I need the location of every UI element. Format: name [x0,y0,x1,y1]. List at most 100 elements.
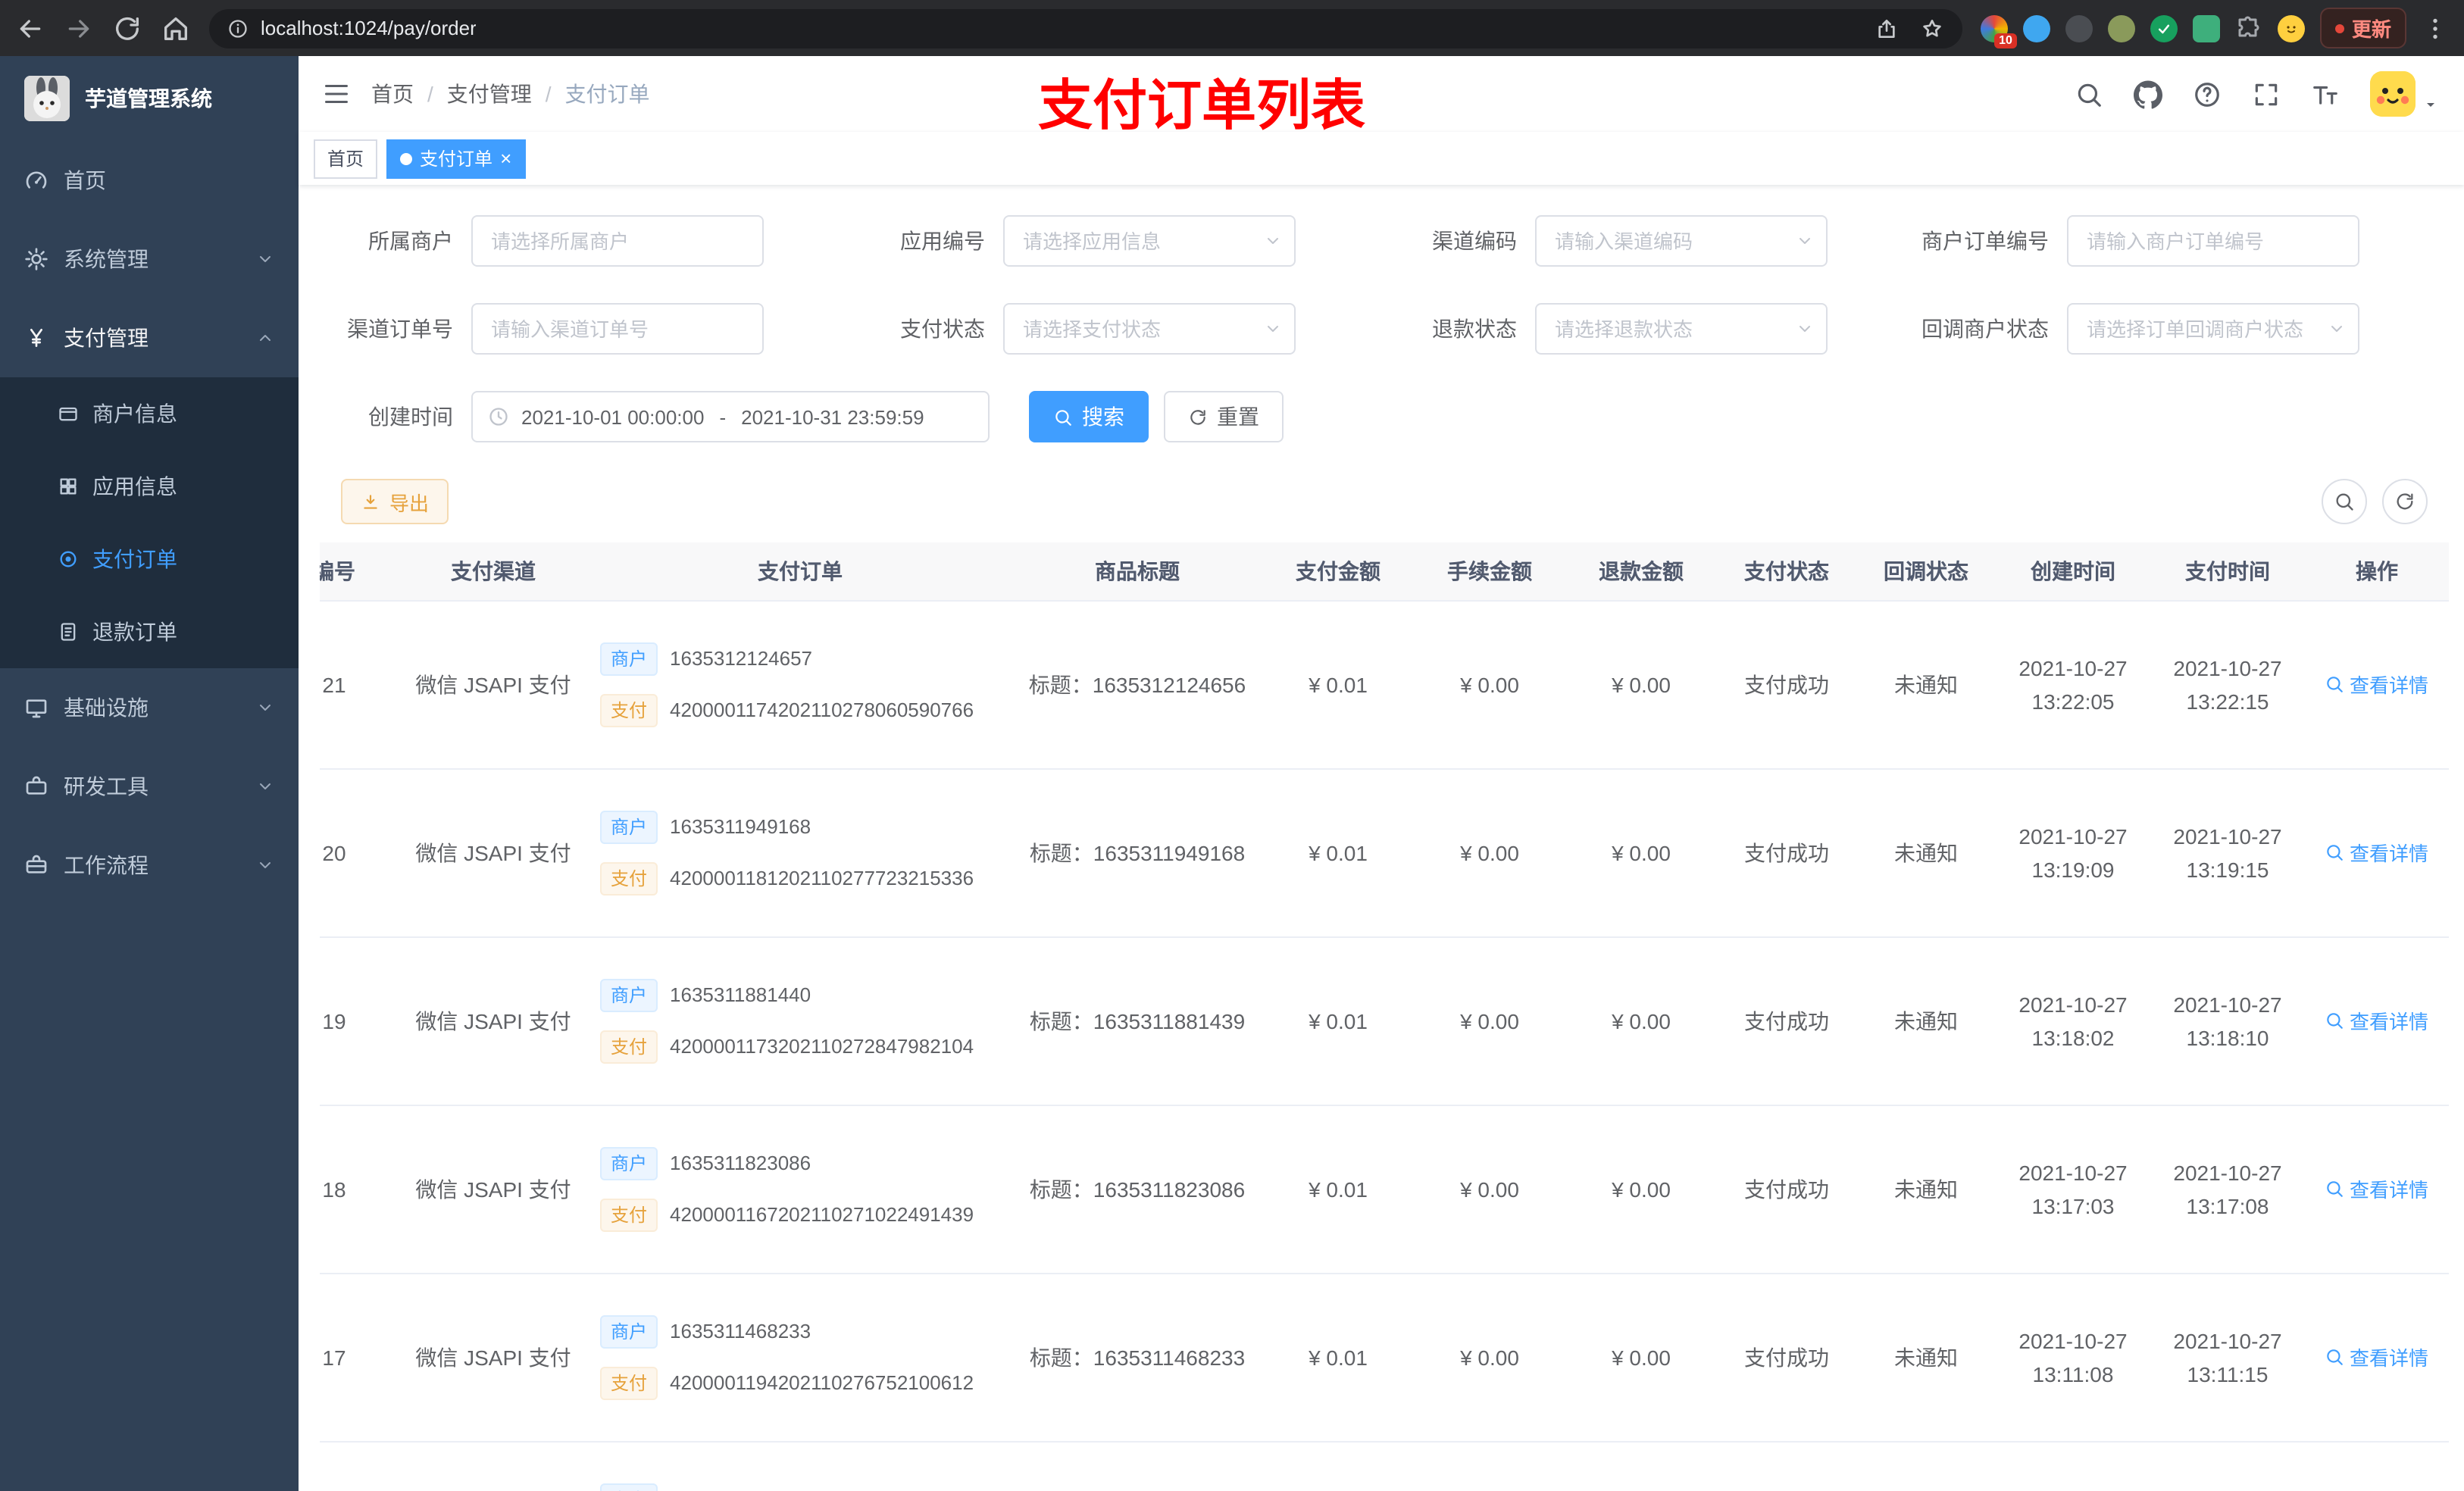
reset-button[interactable]: 重置 [1164,391,1284,442]
search-button[interactable]: 搜索 [1029,391,1149,442]
browser-menu-icon[interactable] [2422,14,2449,42]
font-size-icon[interactable] [2311,80,2340,108]
sidebar-item-devtools[interactable]: 研发工具 [0,747,299,826]
forward-icon[interactable] [64,13,94,43]
channel-order-no-input[interactable] [471,303,764,355]
table-row: 20 微信 JSAPI 支付 商户 1635311949168 支付 42000… [320,768,2449,937]
sidebar-item-workflow[interactable]: 工作流程 [0,826,299,905]
merchant-order-no: 1635311151736 [670,1488,809,1491]
collapse-sidebar-icon[interactable] [323,80,350,108]
extension-green-check-icon[interactable] [2150,14,2178,42]
app-select[interactable] [1003,215,1296,267]
view-detail-link[interactable]: 查看详情 [2325,1343,2428,1371]
extension-blue-icon[interactable] [2022,14,2050,42]
export-button-label: 导出 [389,492,430,514]
refresh-table-button[interactable] [2382,479,2428,524]
toggle-search-button[interactable] [2322,479,2367,524]
pay-channel: 微信 JSAPI 支付 [399,1105,588,1274]
extension-chat-icon[interactable] [2192,14,2220,42]
sidebar-item-home[interactable]: 首页 [0,141,299,220]
profile-emoji-icon[interactable] [2277,14,2305,42]
view-detail-link[interactable]: 查看详情 [2325,838,2428,867]
breadcrumb-section[interactable]: 支付管理 [447,79,532,109]
filter-notify-status: 回调商户状态 [1915,303,2359,355]
view-detail-link[interactable]: 查看详情 [2325,1174,2428,1203]
date-range-picker[interactable]: 2021-10-01 00:00:00 - 2021-10-31 23:59:5… [471,391,990,442]
merchant-input[interactable] [471,215,764,267]
sidebar-item-infra[interactable]: 基础设施 [0,668,299,747]
tab-label: 首页 [327,148,364,170]
merchant-tag: 商户 [600,1314,658,1348]
filter-merchant-order-no: 商户订单编号 [1915,215,2359,267]
chevron-down-icon [260,862,270,868]
merchant-order-no: 1635311468233 [670,1320,811,1343]
product-title [1012,1441,1262,1491]
view-detail-link[interactable]: 查看详情 [2325,1006,2428,1035]
col-pay-amount: 支付金额 [1262,542,1414,601]
browser-update-button[interactable]: 更新 [2319,8,2406,48]
tab-pay-order[interactable]: 支付订单 × [386,139,526,178]
refund-amount: ¥ 0.00 [1565,1105,1717,1274]
merchant-order-no: 1635311949168 [670,815,811,838]
filter-channel-order-no: 渠道订单号 [320,303,764,355]
user-menu[interactable] [2370,71,2440,117]
table-row: 18 微信 JSAPI 支付 商户 1635311823086 支付 42000… [320,1105,2449,1274]
bookmark-star-icon[interactable] [1920,16,1944,40]
app-logo-row[interactable]: 芋道管理系统 [0,56,299,141]
pay-order-cell: 商户 1635312124657 支付 42000011742021102780… [588,600,1012,769]
sidebar-item-label: 系统管理 [64,247,149,271]
tab-close-icon[interactable]: × [500,148,511,168]
col-pay-time: 支付时间 [2150,542,2305,601]
grid-icon [60,478,77,495]
share-icon[interactable] [1875,16,1899,40]
pay-status: 支付成功 [1717,768,1856,937]
monitor-icon [26,699,47,718]
address-bar[interactable]: localhost:1024/pay/order [209,8,1962,48]
breadcrumb-home[interactable]: 首页 [371,79,414,109]
reload-icon[interactable] [112,13,142,43]
table-row: 17 微信 JSAPI 支付 商户 1635311468233 支付 42000… [320,1273,2449,1442]
notify-status-select[interactable] [2067,303,2359,355]
filter-label: 所属商户 [368,229,453,253]
merchant-order-no-input[interactable] [2067,215,2359,267]
sidebar-item-app-info[interactable]: 应用信息 [0,450,299,523]
extensions-puzzle-icon[interactable] [2235,14,2262,42]
chevron-up-icon [260,335,270,341]
extension-olive-icon[interactable] [2107,14,2135,42]
merchant-tag: 商户 [600,1146,658,1180]
sidebar-item-refund-order[interactable]: 退款订单 [0,595,299,668]
site-info-icon[interactable] [227,17,249,39]
pay-status-select[interactable] [1003,303,1296,355]
header-search-icon[interactable] [2075,80,2103,108]
filter-app: 应用编号 [852,215,1296,267]
caret-down-icon [2427,103,2434,107]
order-id: 16 [320,1441,399,1491]
refund-amount: ¥ 0.00 [1565,600,1717,769]
avatar[interactable] [2370,71,2416,117]
search-icon [2336,493,2353,511]
help-icon[interactable] [2193,80,2222,108]
channel-code-select[interactable] [1535,215,1828,267]
create-time: 2021-10-27 13:22:05 [1996,600,2150,769]
pay-status: 支付成功 [1717,600,1856,769]
view-detail-link[interactable]: 查看详情 [2325,670,2428,699]
tags-view: 首页 支付订单 × [299,132,2464,185]
github-icon[interactable] [2134,80,2162,108]
refund-status-select[interactable] [1535,303,1828,355]
extensions-area: 10 更新 [1980,8,2449,48]
pay-time [2150,1441,2305,1491]
pay-amount: ¥ 0.01 [1262,768,1414,937]
extension-dark-icon[interactable] [2065,14,2093,42]
sidebar-item-merchant-info[interactable]: 商户信息 [0,377,299,450]
sidebar-item-system[interactable]: 系统管理 [0,220,299,299]
sidebar-item-payment[interactable]: 支付管理 [0,299,299,377]
extension-colorful-icon[interactable]: 10 [1980,14,2017,48]
export-button[interactable]: 导出 [341,479,449,524]
sidebar-item-pay-order[interactable]: 支付订单 [0,523,299,595]
back-icon[interactable] [15,13,45,43]
tab-home[interactable]: 首页 [314,139,378,178]
pay-order-cell: 商户 1635311823086 支付 42000011672021102710… [588,1105,1012,1274]
home-icon[interactable] [161,13,191,43]
fullscreen-icon[interactable] [2252,80,2281,108]
fee-amount: ¥ 0.00 [1414,936,1565,1105]
